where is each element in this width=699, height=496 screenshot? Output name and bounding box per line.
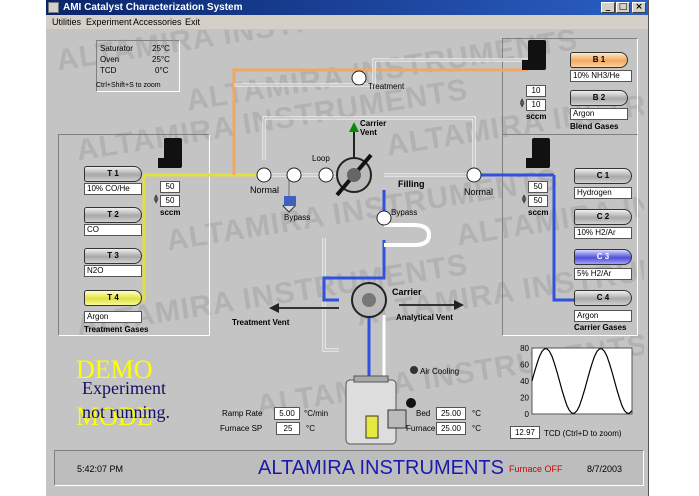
bed-label: Bed: [416, 409, 431, 418]
y-tick-label: 0: [525, 410, 530, 419]
bed-temp-value: 25.00: [436, 407, 466, 420]
menu-bar: Utilities Experiment Accessories Exit: [46, 15, 648, 29]
tank-t3[interactable]: T 3: [84, 248, 142, 264]
blend-flow-setpoint[interactable]: 10: [526, 85, 546, 97]
air-cooling-label: Air Cooling: [420, 367, 460, 376]
y-tick-label: 40: [520, 377, 529, 386]
maximize-button[interactable]: □: [616, 2, 630, 13]
status-company: ALTAMIRA INSTRUMENTS: [258, 457, 504, 479]
treatment-flow-setpoint[interactable]: 50: [160, 181, 180, 193]
furnace-sp-input[interactable]: 25: [276, 422, 300, 435]
status-date: 8/7/2003: [587, 464, 623, 474]
normal-right-label: Normal: [464, 187, 494, 197]
tcd-readout-label: TCD (Ctrl+D to zoom): [544, 429, 622, 438]
tank-t1-gas[interactable]: 10% CO/He: [84, 183, 142, 195]
treatment-path-label: Treatment: [368, 82, 405, 91]
tank-c1[interactable]: C 1: [574, 168, 632, 184]
y-tick-label: 80: [520, 344, 529, 353]
menu-utilities[interactable]: Utilities: [52, 15, 81, 29]
treatment-flow-unit: sccm: [160, 208, 181, 217]
furnace-sp-label: Furnace SP: [220, 424, 263, 433]
carrier-gases-title: Carrier Gases: [574, 323, 627, 332]
experiment-status-line1: Experiment: [82, 378, 166, 398]
chart-plot-area: [531, 347, 633, 415]
tank-t2-gas[interactable]: CO: [84, 224, 142, 236]
y-tick-label: 60: [520, 361, 529, 370]
bypass-right-label: Bypass: [391, 208, 418, 217]
blend-gases-title: Blend Gases: [570, 122, 619, 131]
y-tick-label: 20: [520, 394, 529, 403]
blend-flow-actual: 10: [526, 99, 546, 111]
loop-label: Loop: [312, 154, 330, 163]
treatment-gases-title: Treatment Gases: [84, 325, 149, 334]
treatment-flow-spinner-icon[interactable]: ▲ ▼: [153, 194, 159, 205]
menu-experiment[interactable]: Experiment: [86, 15, 132, 29]
blend-mfc-icon: [522, 40, 546, 70]
furnace-temp-value: 25.00: [436, 422, 466, 435]
close-button[interactable]: ×: [632, 2, 646, 13]
bed-temp-unit: °C: [472, 409, 481, 418]
tank-c3[interactable]: C 3: [574, 249, 632, 265]
carrier-flow-actual: 50: [528, 195, 548, 207]
treatment-vent-label: Treatment Vent: [232, 318, 290, 327]
tcd-readout: 12.97: [510, 426, 540, 439]
main-window: AMI Catalyst Characterization System _ □…: [45, 0, 649, 496]
ramp-rate-input[interactable]: 5.00: [274, 407, 300, 420]
window-title: AMI Catalyst Characterization System: [63, 2, 243, 13]
filling-label: Filling: [398, 179, 425, 189]
tank-c2[interactable]: C 2: [574, 209, 632, 225]
carrier-flow-unit: sccm: [528, 208, 549, 217]
tank-t1[interactable]: T 1: [84, 166, 142, 182]
tank-t4-gas[interactable]: Argon: [84, 311, 142, 323]
carrier-vent-label: Carrier Vent: [360, 119, 387, 137]
experiment-status-line2: not running.: [82, 402, 170, 422]
tank-b2-gas[interactable]: Argon: [570, 108, 628, 120]
furnace-sp-unit: °C: [306, 424, 315, 433]
tank-c4[interactable]: C 4: [574, 290, 632, 306]
analytical-vent-label: Analytical Vent: [396, 313, 453, 322]
carrier-label: Carrier: [392, 287, 422, 297]
furnace-temp-unit: °C: [472, 424, 481, 433]
tank-t2[interactable]: T 2: [84, 207, 142, 223]
carrier-flow-setpoint[interactable]: 50: [528, 181, 548, 193]
furnace-temp-label: Furnace: [406, 424, 436, 433]
app-icon: [48, 2, 59, 13]
normal-left-label: Normal: [250, 185, 280, 195]
title-bar: AMI Catalyst Characterization System _ □…: [46, 0, 648, 15]
tcd-chart[interactable]: 80 60 40 20 0: [510, 344, 638, 422]
status-bar: 5:42:07 PM ALTAMIRA INSTRUMENTS Furnace …: [54, 450, 644, 486]
tank-c2-gas[interactable]: 10% H2/Ar: [574, 227, 632, 239]
tank-c4-gas[interactable]: Argon: [574, 310, 632, 322]
tcd-chart-svg: 80 60 40 20 0: [520, 344, 633, 419]
furnace-state: Furnace OFF: [509, 464, 563, 474]
minimize-button[interactable]: _: [601, 2, 615, 13]
tank-b1[interactable]: B 1: [570, 52, 628, 68]
menu-exit[interactable]: Exit: [185, 15, 200, 29]
ramp-rate-unit: °C/min: [304, 409, 329, 418]
tank-b2[interactable]: B 2: [570, 90, 628, 106]
bypass-left-label: Bypass: [284, 213, 311, 222]
process-panel: ALTAMIRA INSTRUMENTS ALTAMIRA INSTRUMENT…: [54, 30, 644, 446]
carrier-flow-spinner-icon[interactable]: ▲ ▼: [521, 194, 527, 205]
blend-flow-spinner-icon[interactable]: ▲ ▼: [519, 98, 525, 109]
status-time: 5:42:07 PM: [77, 464, 124, 474]
treatment-mfc-icon: [158, 138, 182, 168]
tank-c3-gas[interactable]: 5% H2/Ar: [574, 268, 632, 280]
menu-accessories[interactable]: Accessories: [133, 15, 182, 29]
tank-t3-gas[interactable]: N2O: [84, 265, 142, 277]
ramp-rate-label: Ramp Rate: [222, 409, 263, 418]
tank-b1-gas[interactable]: 10% NH3/He: [570, 70, 632, 82]
carrier-mfc-icon: [526, 138, 550, 168]
tank-t4[interactable]: T 4: [84, 290, 142, 306]
blend-flow-unit: sccm: [526, 112, 547, 121]
tank-c1-gas[interactable]: Hydrogen: [574, 187, 632, 199]
treatment-flow-actual: 50: [160, 195, 180, 207]
